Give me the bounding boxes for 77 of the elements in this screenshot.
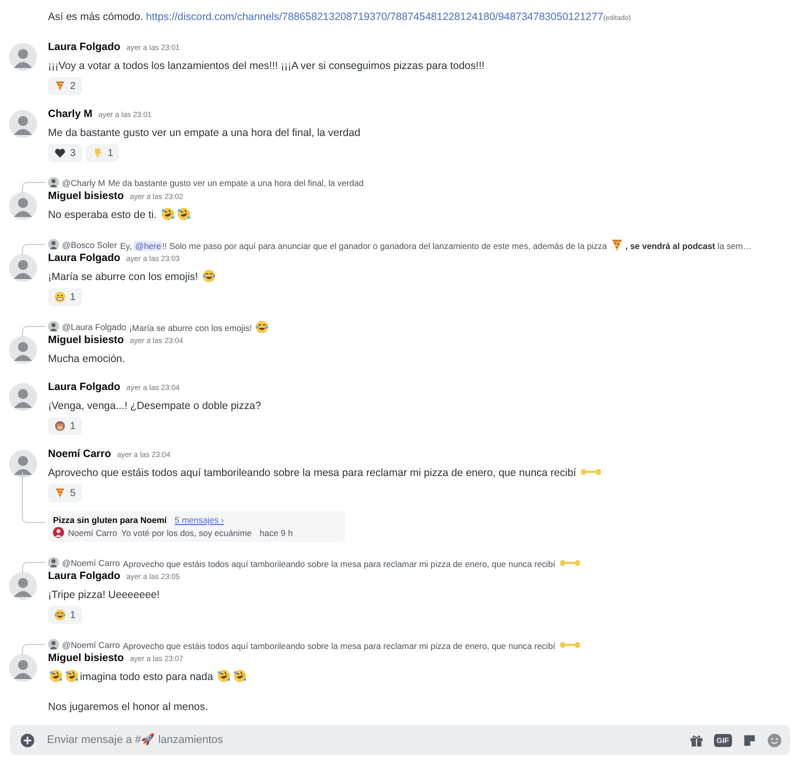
laughing-face-icon: [160, 207, 176, 221]
avatar[interactable]: [9, 450, 37, 478]
avatar[interactable]: [9, 192, 37, 220]
laughing-face-icon: [254, 320, 270, 334]
author-name[interactable]: Laura Folgado: [48, 252, 120, 264]
author-name[interactable]: Miguel bisiesto: [48, 334, 124, 346]
thread-author: Noemí Carro: [68, 528, 118, 538]
reply-preview[interactable]: Aprovecho que estáis todos aquí tamborileando sobre la mesa para reclamar mi pizza de enero, que nunca recibí: [122, 556, 582, 570]
heart-icon: [54, 147, 66, 159]
avatar-icon: [48, 177, 59, 188]
reaction-button[interactable]: 5: [48, 484, 82, 502]
message-text: Mucha emoción.: [48, 352, 126, 367]
avatar-icon: [48, 639, 59, 650]
avatar[interactable]: [9, 336, 37, 364]
emoji-icon[interactable]: [767, 732, 782, 748]
avatar[interactable]: [9, 383, 37, 411]
author-name[interactable]: Laura Folgado: [48, 41, 120, 53]
message-text: ¡¡¡Voy a votar a todos los lanzamientos del mes!!! ¡¡¡A ver si conseguimos pizzas para todos!!!: [48, 59, 486, 74]
reaction-button[interactable]: 2: [48, 77, 82, 95]
avatar-icon: [48, 239, 59, 250]
laughing-face-icon: [216, 669, 232, 683]
thread-time: hace 9 h: [260, 528, 293, 538]
thread-connector: [22, 472, 45, 523]
author-name[interactable]: Miguel bisiesto: [48, 652, 124, 664]
author-name[interactable]: Charly M: [48, 108, 92, 120]
add-icon[interactable]: [20, 732, 35, 748]
reaction-button[interactable]: 1: [48, 288, 82, 306]
avatar[interactable]: [9, 254, 37, 282]
reply-author[interactable]: @Bosco Soler: [62, 240, 118, 250]
reply-preview[interactable]: Me da bastante gusto ver un empate a una hora del final, la verdad: [108, 178, 364, 188]
reaction-button[interactable]: 1: [86, 144, 120, 162]
laughing-face-icon: [48, 669, 64, 683]
reply-preview[interactable]: Aprovecho que estáis todos aquí tamborileando sobre la mesa para reclamar mi pizza de enero, que nunca recibí: [122, 638, 582, 652]
reply-preview[interactable]: ¡María se aburre con los emojis!: [129, 320, 270, 334]
message-text: ¡Venga, venga...! ¿Desempate o doble pizza?: [48, 399, 262, 414]
sticker-icon[interactable]: [742, 732, 757, 748]
message-text: No esperaba esto de ti.: [48, 206, 800, 224]
laughing-face-icon: [176, 207, 192, 221]
reaction-button[interactable]: 3: [48, 144, 82, 162]
monkey-icon: [54, 420, 66, 432]
author-name[interactable]: Noemí Carro: [48, 448, 112, 460]
thread-preview: Yo voté por los dos, soy ecuánime: [121, 528, 252, 538]
message-text: ¡María se aburre con los emojis!: [48, 268, 800, 286]
reply-author[interactable]: @Charly M: [62, 178, 106, 188]
avatar[interactable]: [9, 110, 37, 138]
avatar-icon: [48, 321, 59, 332]
laughing-face-icon: [64, 669, 80, 683]
author-name[interactable]: Miguel bisiesto: [48, 190, 124, 202]
message-link[interactable]: https://discord.com/channels/788658213208719370/788745481228124180/948734783050121277: [146, 11, 604, 23]
gift-icon[interactable]: [688, 732, 704, 748]
laughing-face-icon: [232, 669, 248, 683]
message-text: ¡Tripe pizza! Ueeeeeee!: [48, 588, 161, 603]
message-text: imagina todo esto para nada: [48, 668, 800, 686]
avatar[interactable]: [9, 572, 37, 600]
thread-card[interactable]: Pizza sin gluten para Noemí 5 mensajes › Noemí Carro Yo voté por los dos, soy ecuánime hace 9 h: [48, 511, 345, 542]
reply-author[interactable]: @Laura Folgado: [62, 322, 126, 332]
message-text: Nos jugaremos el honor al menos.: [48, 700, 209, 715]
pizza-icon: [54, 487, 66, 499]
avatar[interactable]: [9, 43, 37, 71]
reaction-button[interactable]: 1: [48, 606, 82, 624]
avatar-icon: [48, 557, 59, 568]
thread-link[interactable]: 5 mensajes ›: [174, 515, 224, 525]
laughing-face-icon: [54, 609, 66, 621]
author-name[interactable]: Laura Folgado: [48, 570, 120, 582]
reply-author[interactable]: @Noemí Carro: [62, 558, 120, 568]
reply-author[interactable]: @Noemí Carro: [62, 640, 120, 650]
thread-title: Pizza sin gluten para Noemí: [53, 515, 167, 525]
avatar[interactable]: [9, 654, 37, 682]
avatar-icon: [53, 527, 64, 538]
message-text: Aprovecho que estáis todos aquí tamborileando sobre la mesa para reclamar mi pizza de enero, que nunca recibí: [48, 464, 800, 482]
grimacing-face-icon: [54, 291, 66, 303]
author-name[interactable]: Laura Folgado: [48, 381, 120, 393]
laughing-face-icon: [200, 269, 217, 283]
reaction-button[interactable]: 1: [48, 417, 82, 435]
reply-preview[interactable]: Ey, @here!! Solo me paso por aquí para anunciar que el ganador o ganadora del lanzamiento de este mes, además de la pizza , se vendrá al podcast la sem…: [120, 238, 752, 252]
pizza-icon: [54, 80, 66, 92]
message-text: Me da bastante gusto ver un empate a una hora del final, la verdad: [48, 126, 362, 141]
